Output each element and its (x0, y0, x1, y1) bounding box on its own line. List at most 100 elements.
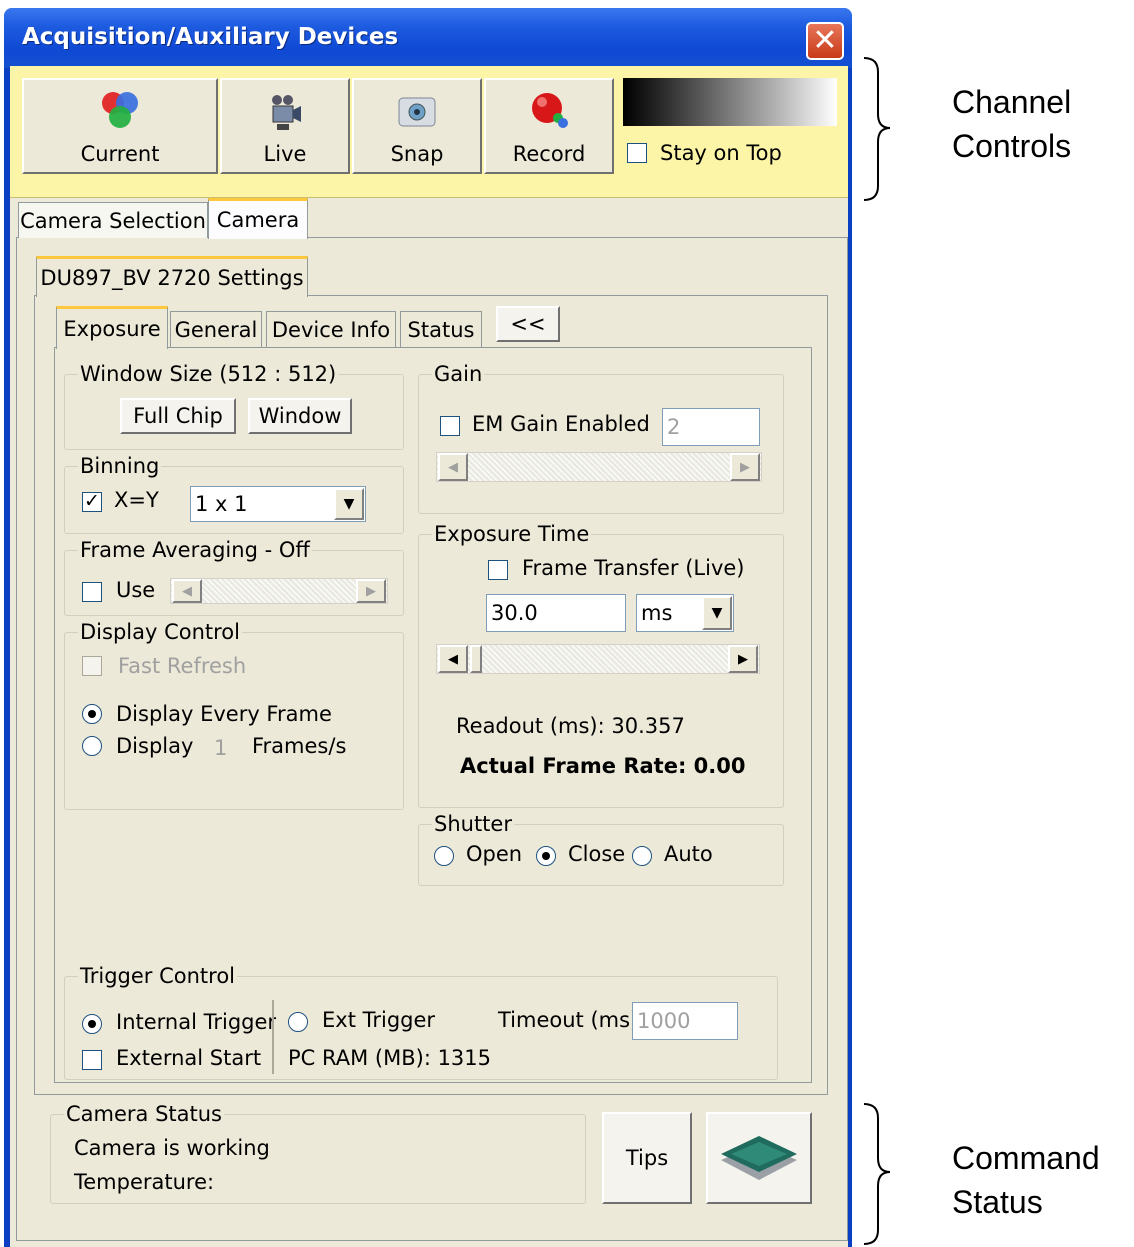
frame-rate-text: Actual Frame Rate: 0.00 (460, 754, 746, 778)
use-checkbox[interactable] (82, 582, 102, 602)
camera-status-line2: Temperature: (74, 1170, 215, 1194)
annotation-channel-line2: Controls (952, 128, 1072, 165)
current-label: Current (80, 142, 160, 166)
external-start-checkbox[interactable] (82, 1050, 102, 1070)
shutter-close-radio[interactable] (536, 846, 556, 866)
exposure-unit-value: ms (641, 601, 673, 625)
fast-refresh-label: Fast Refresh (118, 654, 247, 678)
snap-label: Snap (390, 142, 444, 166)
camera-status-label: Camera Status (64, 1102, 225, 1126)
timeout-input[interactable]: 1000 (632, 1002, 738, 1040)
tab-general[interactable]: General (170, 311, 262, 347)
live-label: Live (263, 142, 307, 166)
display-control-label: Display Control (78, 620, 242, 644)
frame-averaging-label: Frame Averaging - Off (78, 538, 312, 562)
video-camera-icon (272, 95, 301, 130)
shutter-label: Shutter (432, 812, 514, 836)
tab-status-label: Status (407, 317, 475, 342)
tab-device-info-label: Device Info (271, 317, 391, 342)
snap-button[interactable]: Snap (352, 78, 482, 174)
tips-button[interactable]: Tips (602, 1112, 692, 1204)
rgb-circles-icon (102, 92, 138, 128)
tab-status[interactable]: Status (400, 311, 482, 347)
display-every-frame-radio[interactable] (82, 704, 102, 724)
scroll-right-icon[interactable]: ▶ (356, 579, 386, 603)
exposure-time-value: 30.0 (491, 601, 538, 625)
exposure-scroll-right-icon[interactable]: ▶ (728, 645, 758, 673)
shutter-open-radio[interactable] (434, 846, 454, 866)
fps-value[interactable]: 1 (214, 738, 227, 759)
close-button[interactable]: ✕ (806, 22, 844, 60)
gray-level-gradient (623, 78, 837, 126)
photo-camera-icon (398, 97, 436, 127)
display-fps-radio[interactable] (82, 736, 102, 756)
em-gain-value: 2 (667, 415, 681, 439)
window-size-label: Window Size (512 : 512) (78, 362, 339, 386)
em-gain-label: EM Gain Enabled (472, 412, 650, 436)
trigger-divider (272, 1000, 274, 1074)
shutter-close-label: Close (568, 842, 626, 866)
close-icon: ✕ (812, 23, 838, 58)
record-button[interactable]: Record (484, 78, 614, 174)
tab-settings[interactable]: DU897_BV 2720 Settings (36, 256, 308, 297)
fast-refresh-checkbox[interactable] (82, 656, 102, 676)
tab-exposure-label: Exposure (63, 317, 161, 341)
scroll-left-icon[interactable]: ◀ (172, 579, 202, 603)
external-start-label: External Start (116, 1046, 262, 1070)
gain-scroll-right-icon[interactable]: ▶ (730, 453, 760, 481)
exposure-slider-thumb[interactable] (470, 645, 482, 673)
annotation-command-line2: Status (952, 1184, 1043, 1221)
tab-device-info[interactable]: Device Info (266, 311, 396, 347)
fps-unit-label: Frames/s (252, 734, 347, 758)
annotation-command-status: Command Status (952, 1136, 1100, 1224)
binning-label: Binning (78, 454, 162, 478)
camera-status-line1: Camera is working (74, 1136, 270, 1160)
gain-label: Gain (432, 362, 485, 386)
full-chip-button[interactable]: Full Chip (120, 398, 236, 434)
display-every-frame-label: Display Every Frame (116, 702, 332, 726)
chevron-down-icon[interactable]: ▼ (334, 488, 364, 520)
logo-button[interactable] (706, 1112, 812, 1204)
collapse-button[interactable]: << (496, 306, 560, 342)
live-button[interactable]: Live (220, 78, 350, 174)
shutter-auto-label: Auto (664, 842, 713, 866)
tab-camera[interactable]: Camera (208, 198, 308, 239)
tab-general-label: General (174, 317, 258, 342)
stay-on-top-label: Stay on Top (660, 141, 782, 165)
tab-camera-selection-label: Camera Selection (20, 208, 206, 233)
tab-camera-label: Camera (216, 208, 300, 232)
ext-trigger-radio[interactable] (288, 1012, 308, 1032)
display-label: Display (116, 734, 194, 758)
timeout-value: 1000 (637, 1009, 691, 1033)
readout-text: Readout (ms): 30.357 (456, 714, 685, 738)
xy-checkbox[interactable] (82, 490, 102, 512)
stay-on-top-checkbox[interactable] (627, 143, 647, 163)
tab-settings-label: DU897_BV 2720 Settings (40, 266, 304, 290)
exposure-time-slider[interactable] (436, 644, 760, 674)
frame-transfer-checkbox[interactable] (488, 560, 508, 580)
record-label: Record (512, 142, 586, 166)
exposure-time-label: Exposure Time (432, 522, 592, 546)
tab-camera-selection[interactable]: Camera Selection (18, 202, 208, 238)
window-button-label: Window (258, 404, 342, 428)
use-label: Use (116, 578, 156, 602)
gain-slider[interactable] (436, 452, 762, 482)
em-gain-input[interactable]: 2 (662, 408, 760, 446)
window-button[interactable]: Window (248, 398, 352, 434)
record-icon (532, 93, 568, 128)
gain-scroll-left-icon[interactable]: ◀ (438, 453, 468, 481)
current-button[interactable]: Current (22, 78, 218, 174)
trigger-control-label: Trigger Control (78, 964, 238, 988)
exposure-time-input[interactable]: 30.0 (486, 594, 626, 632)
xy-label: X=Y (114, 488, 159, 512)
annotation-channel-controls: Channel Controls (952, 80, 1071, 168)
full-chip-label: Full Chip (133, 404, 223, 428)
internal-trigger-radio[interactable] (82, 1014, 102, 1034)
em-gain-checkbox[interactable] (440, 416, 460, 436)
exposure-scroll-left-icon[interactable]: ◀ (438, 645, 468, 673)
unit-chevron-down-icon[interactable]: ▼ (702, 596, 732, 630)
collapse-label: << (510, 312, 546, 336)
shutter-auto-radio[interactable] (632, 846, 652, 866)
window-title: Acquisition/Auxiliary Devices (22, 24, 399, 50)
tab-exposure[interactable]: Exposure (56, 306, 168, 349)
